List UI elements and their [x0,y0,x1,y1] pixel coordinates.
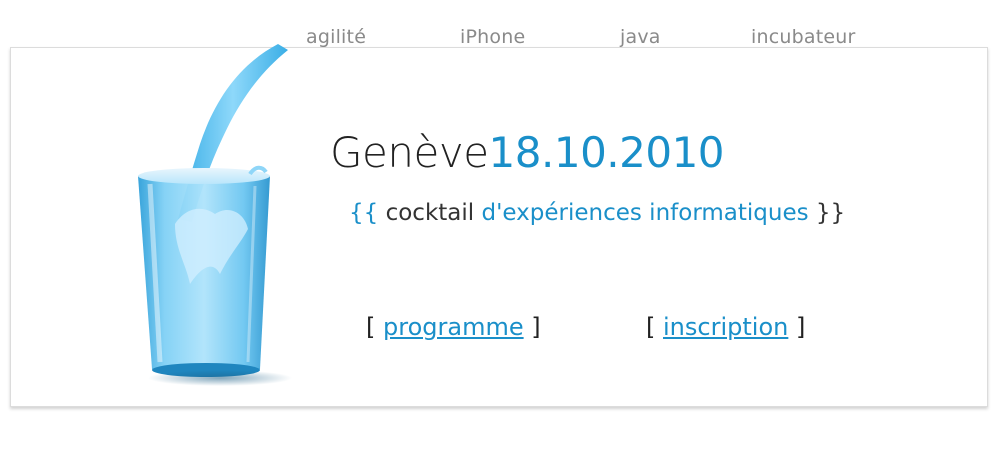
nav-item-agilite[interactable]: agilité [306,26,366,48]
bracket-close: ] [531,313,541,341]
nav-item-java[interactable]: java [620,26,661,48]
nav-item-iphone[interactable]: iPhone [460,26,525,48]
bracket-close: ] [795,313,806,341]
tagline-open-brace: {{ [349,200,379,226]
milk-glass-illustration [138,44,292,386]
tagline-plain-text: cocktail [385,200,475,226]
bracket-open: [ [366,313,376,341]
event-city: Genève [330,128,489,177]
inscription-link-group: [ inscription ] [646,312,805,342]
event-title: Genève18.10.2010 [330,128,725,178]
tagline-accent-text: d'expériences informatiques [481,200,809,226]
event-tagline: {{ cocktail d'expériences informatiques … [349,198,845,228]
programme-link[interactable]: programme [383,313,524,341]
nav-item-incubateur[interactable]: incubateur [751,26,856,48]
tagline-close-brace: }} [815,200,846,226]
bracket-open: [ [646,313,656,341]
page: agilité iPhone java incubateur Genève18.… [0,0,1000,450]
event-date: 18.10.2010 [488,128,725,177]
inscription-link[interactable]: inscription [663,313,788,341]
programme-link-group: [ programme ] [366,312,541,342]
